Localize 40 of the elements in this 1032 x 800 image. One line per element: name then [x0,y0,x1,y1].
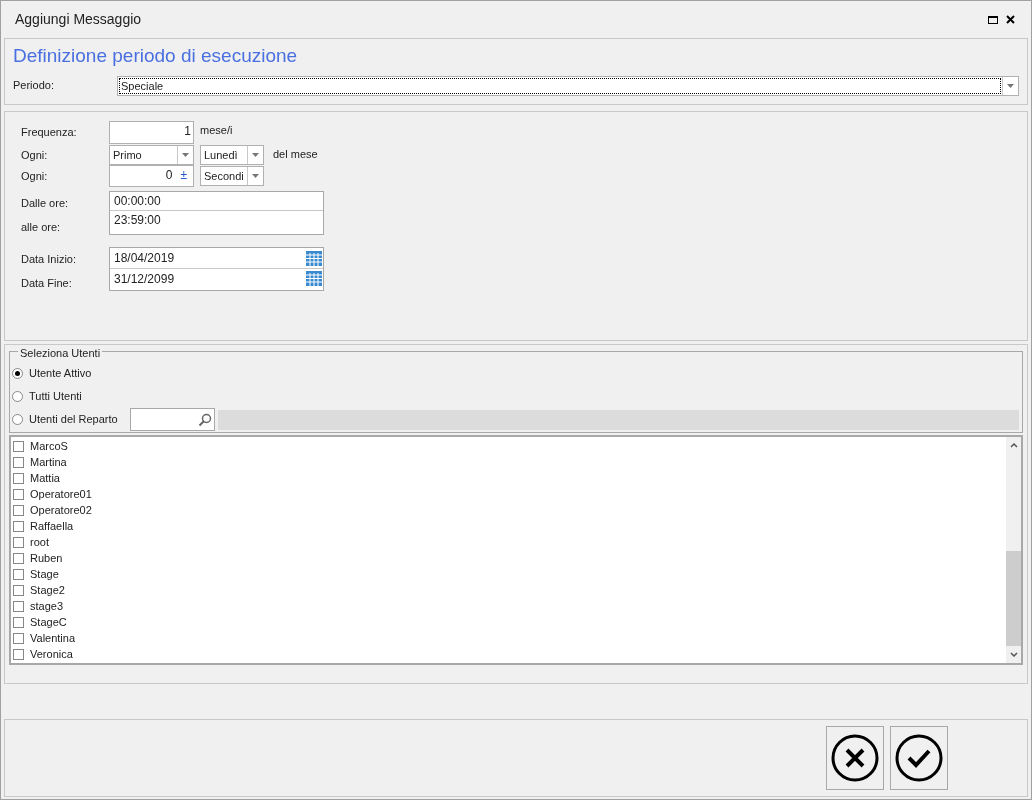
field-label: alle ore: [21,219,62,235]
field-label: Frequenza: [21,125,78,141]
date-field[interactable]: 18/04/2019 [110,248,323,269]
field-label: Data Inizio: [21,252,78,267]
time-field[interactable]: 23:59:00 [110,211,323,231]
field-label: Ogni: [21,168,49,184]
frequency-field[interactable]: 1 [109,121,194,144]
spin-button[interactable]: ± [180,166,187,186]
unit-label: mese/i [200,123,233,139]
user-name[interactable]: Operatore01 [30,485,92,503]
section-title: Definizione periodo di esecuzione [13,44,299,68]
user-name[interactable]: root [30,533,49,551]
field-label: Ogni: [21,147,49,163]
weekday-dropdown[interactable]: Lunedì [200,145,264,165]
radio-label[interactable]: Tutti Utenti [29,388,82,405]
ordinal-dropdown[interactable]: Primo [109,145,194,165]
user-name[interactable]: Operatore02 [30,501,92,519]
field-label: Data Fine: [21,275,73,291]
user-name[interactable]: MarcoS [30,437,68,455]
radio-label[interactable]: Utenti del Reparto [29,411,118,428]
user-name[interactable]: Stage2 [30,581,65,599]
user-name[interactable]: StageC [30,613,67,631]
time-field[interactable]: 00:00:00 [110,192,323,211]
date-field[interactable]: 31/12/2099 [110,269,323,288]
user-name[interactable]: Raffaella [30,517,74,535]
radio-label[interactable]: Utente Attivo [29,365,92,382]
suffix-label: del mese [273,146,318,162]
interval-field[interactable]: 0 ± [109,165,194,187]
period-dropdown[interactable]: Speciale [117,75,1019,96]
user-name[interactable]: stage3 [30,597,64,615]
user-name[interactable]: Valentina [30,629,76,647]
user-name[interactable]: Stage [30,565,59,583]
window-title: Aggiungi Messaggio [15,10,142,29]
user-name[interactable]: Ruben [30,549,63,567]
user-name[interactable]: Martina [30,453,67,471]
user-name[interactable]: Veronica [30,645,73,663]
field-label: Periodo: [13,78,55,94]
user-name[interactable]: Mattia [30,469,60,487]
unit-dropdown[interactable]: Secondi [200,166,264,186]
field-label: Dalle ore: [21,196,70,211]
